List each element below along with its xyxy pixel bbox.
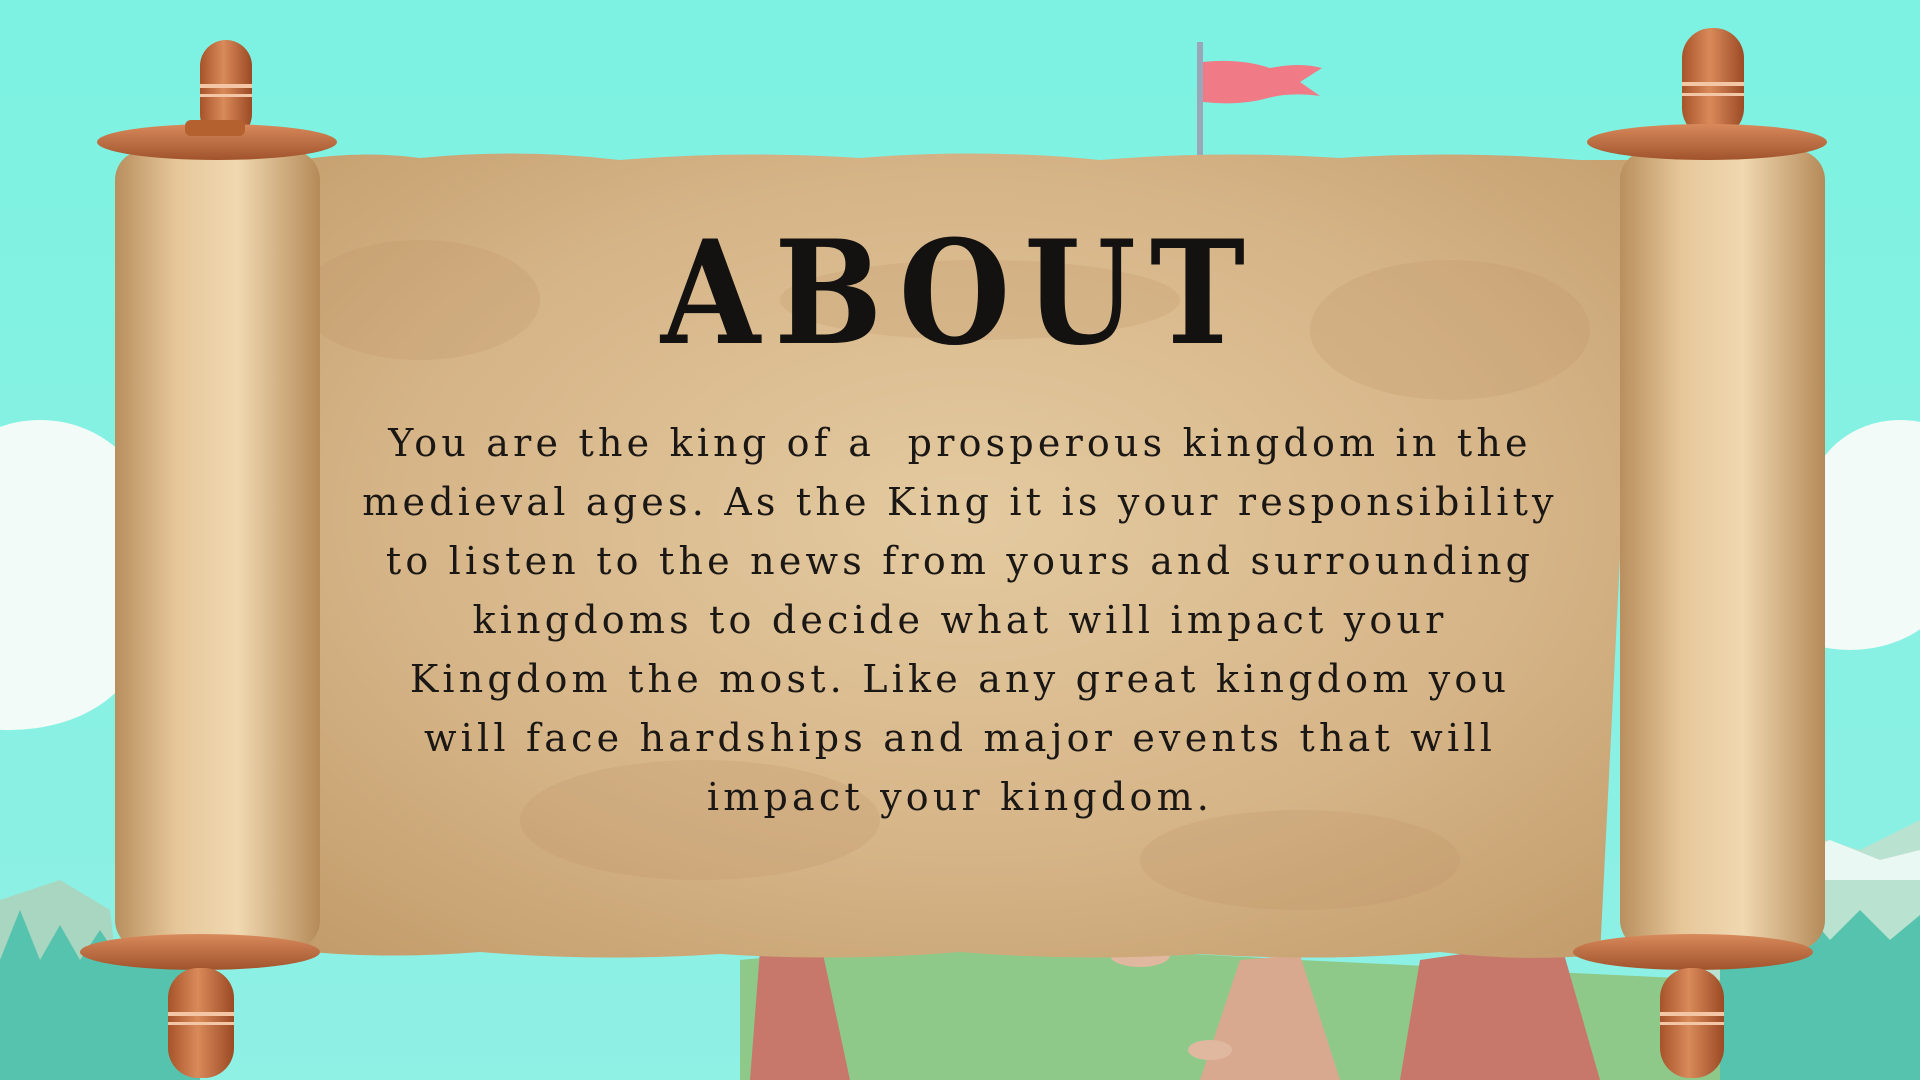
about-line: You are the king of a prosperous kingdom… xyxy=(388,421,1532,465)
about-description: You are the king of a prosperous kingdom… xyxy=(330,414,1590,827)
about-line: to listen to the news from yours and sur… xyxy=(385,539,1535,583)
about-line: kingdoms to decide what will impact your xyxy=(472,598,1448,642)
about-line: impact your kingdom. xyxy=(706,775,1214,819)
scroll-roll-left xyxy=(80,40,337,1078)
about-line: medieval ages. As the King it is your re… xyxy=(362,480,1558,524)
about-title: ABOUT xyxy=(660,209,1260,378)
about-line: will face hardships and major events tha… xyxy=(423,716,1497,760)
about-line: Kingdom the most. Like any great kingdom… xyxy=(409,657,1511,701)
